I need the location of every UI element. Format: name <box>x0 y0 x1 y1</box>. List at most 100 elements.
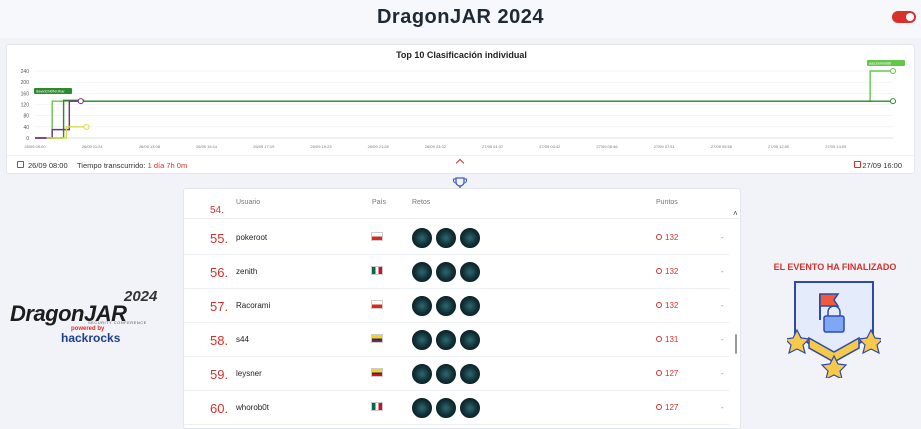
x-tick-label: 27/09 07:51 <box>654 144 676 149</box>
dragonjar-logo: 2024 DragonJAR SECURITY CONFERENCE power… <box>10 288 170 346</box>
challenge-badge-icon[interactable] <box>460 228 480 248</box>
row-points: 131 <box>656 335 678 344</box>
row-points-value: 132 <box>665 233 679 242</box>
header-country[interactable]: País <box>372 199 386 206</box>
y-tick-label: 120 <box>21 103 30 109</box>
challenge-badge-icon[interactable] <box>460 398 480 418</box>
start-date: 26/09 08:00 <box>28 161 68 170</box>
points-icon <box>656 234 662 240</box>
chevron-up-icon[interactable] <box>455 158 465 168</box>
logo-year: 2024 <box>124 288 158 305</box>
ranking-table: Usuario País Retos Puntos 54. 55. pokeroo… <box>183 188 741 429</box>
row-username[interactable]: leysner <box>236 369 262 378</box>
row-username[interactable]: s44 <box>236 335 249 344</box>
header-user[interactable]: Usuario <box>236 199 260 206</box>
points-icon <box>656 336 662 342</box>
x-tick-label: 26/09 15:14 <box>196 144 218 149</box>
table-row[interactable]: 59. leysner 127 - <box>184 357 729 391</box>
challenge-badge-icon[interactable] <box>460 364 480 384</box>
row-points: 127 <box>656 369 678 378</box>
table-header: Usuario País Retos Puntos 54. <box>184 189 740 219</box>
challenge-badge-icon[interactable] <box>436 296 456 316</box>
points-icon <box>656 302 662 308</box>
y-tick-label: 200 <box>21 80 30 86</box>
challenge-badge-icon[interactable] <box>436 228 456 248</box>
challenge-badge-icon[interactable] <box>412 330 432 350</box>
row-points: 127 <box>656 403 678 412</box>
x-tick-label: 27/09 03:42 <box>539 144 561 149</box>
scrollbar-thumb[interactable] <box>735 334 737 354</box>
country-flag-chile <box>371 232 383 241</box>
row-rank: 57. <box>210 299 229 314</box>
table-row[interactable]: 57. Racorami 132 - <box>184 289 729 323</box>
y-tick-label: 80 <box>23 114 29 120</box>
elapsed-time: Tiempo transcurrido: 1 día 7h 0m <box>77 161 187 170</box>
challenge-badge-icon[interactable] <box>436 330 456 350</box>
challenge-badge-icon[interactable] <box>412 398 432 418</box>
row-username[interactable]: Racorami <box>236 301 270 310</box>
leaderboard-chart-card: Top 10 Clasificación individual 0 40 80 120… <box>6 44 916 174</box>
row-rank: 58. <box>210 333 229 348</box>
x-tick-label: 27/09 14:05 <box>825 144 847 149</box>
toggle-knob <box>906 13 914 21</box>
table-row[interactable]: 55. pokeroot 132 - <box>184 221 729 255</box>
end-date: 27/09 16:00 <box>862 161 902 170</box>
row-extra: - <box>721 301 724 310</box>
hackrocks-logo: hackrocks <box>61 331 121 345</box>
row-points-value: 127 <box>665 369 679 378</box>
challenge-badge-icon[interactable] <box>436 262 456 282</box>
series-line <box>35 99 893 139</box>
y-tick-label: 240 <box>21 69 30 75</box>
x-tick-label: 27/09 09:55 <box>711 144 733 149</box>
challenge-badge-icon[interactable] <box>460 262 480 282</box>
challenge-badges <box>412 364 484 389</box>
challenge-badge-icon[interactable] <box>460 330 480 350</box>
calendar-icon <box>17 161 24 168</box>
series-end-point <box>77 98 84 105</box>
row-rank: 60. <box>210 401 229 416</box>
challenge-badge-icon[interactable] <box>436 364 456 384</box>
x-tick-label: 26/09 13:08 <box>139 144 161 149</box>
challenge-badge-icon[interactable] <box>412 262 432 282</box>
row-username[interactable]: whorob0t <box>236 403 269 412</box>
header-points[interactable]: Puntos <box>656 199 678 206</box>
row-rank: 55. <box>210 231 229 246</box>
top-bar: DragonJAR 2024 <box>0 0 921 38</box>
challenge-badge-icon[interactable] <box>436 398 456 418</box>
page-title: DragonJAR 2024 <box>376 6 545 28</box>
challenge-badges <box>412 330 484 355</box>
points-icon <box>656 370 662 376</box>
x-tick-label: 27/09 12:00 <box>768 144 790 149</box>
challenge-badge-icon[interactable] <box>412 364 432 384</box>
country-flag-colombia <box>371 368 383 377</box>
theme-toggle[interactable] <box>892 11 916 23</box>
series-tag-label: davidchi0N/Jhar <box>36 89 65 94</box>
calendar-icon <box>854 161 861 168</box>
series-end-point <box>890 68 896 74</box>
challenge-badge-icon[interactable] <box>412 228 432 248</box>
logo-subtitle: SECURITY CONFERENCE <box>88 320 147 325</box>
row-rank: 56. <box>210 265 229 280</box>
medal-icon <box>787 281 881 378</box>
table-row[interactable]: 58. s44 131 - <box>184 323 729 357</box>
row-points: 132 <box>656 301 678 310</box>
x-tick-label: 27/09 01:37 <box>482 144 504 149</box>
row-points-value: 132 <box>665 267 679 276</box>
country-flag-colombia <box>371 334 383 343</box>
x-tick-label: 26/09 11:24 <box>82 144 104 149</box>
x-tick-label: 26/09 23:32 <box>425 144 447 149</box>
header-challenges[interactable]: Retos <box>412 199 430 206</box>
row-points-value: 132 <box>665 301 679 310</box>
row-username[interactable]: pokeroot <box>236 233 267 242</box>
points-icon <box>656 404 662 410</box>
challenge-badges <box>412 228 484 253</box>
row-extra: - <box>721 267 724 276</box>
challenge-badge-icon[interactable] <box>412 296 432 316</box>
challenge-badge-icon[interactable] <box>460 296 480 316</box>
table-row[interactable]: 60. whorob0t 127 - <box>184 391 729 425</box>
scroll-up-arrow[interactable]: ˄ <box>733 209 738 218</box>
table-row[interactable]: 56. zenith 132 - <box>184 255 729 289</box>
row-username[interactable]: zenith <box>236 267 257 276</box>
y-tick-label: 0 <box>26 136 29 142</box>
country-flag-mexico <box>371 402 383 411</box>
